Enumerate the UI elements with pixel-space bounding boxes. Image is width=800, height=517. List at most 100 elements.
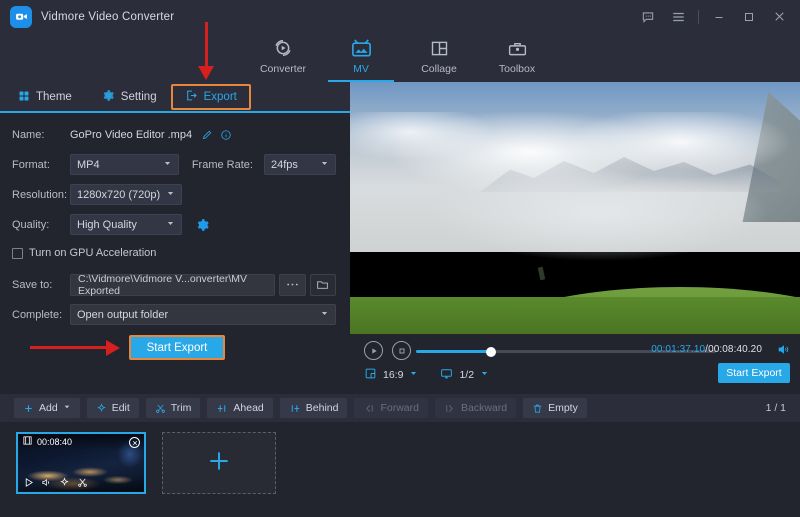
ahead-button-label: Ahead	[233, 402, 264, 414]
chevron-down-icon[interactable]	[409, 369, 418, 381]
page-indicator: 1 / 1	[765, 402, 786, 414]
browse-ellipsis-button[interactable]	[279, 273, 306, 296]
chevron-down-icon[interactable]	[480, 369, 489, 381]
trim-button[interactable]: Trim	[145, 398, 201, 418]
format-label: Format:	[12, 158, 50, 171]
ahead-button[interactable]: Ahead	[207, 398, 273, 418]
name-label: Name:	[12, 128, 45, 141]
quality-settings-gear-icon[interactable]	[196, 218, 210, 232]
clip-volume-icon[interactable]	[41, 475, 52, 493]
clip-thumbnail[interactable]: 00:08:40	[16, 432, 146, 494]
progress-fill	[416, 350, 491, 353]
move-forward-icon	[363, 403, 375, 414]
minimize-icon[interactable]	[704, 0, 734, 33]
clip-effect-icon[interactable]	[59, 475, 70, 493]
trim-button-label: Trim	[170, 402, 192, 414]
monitor-icon	[440, 367, 453, 383]
sub-tab-setting-label: Setting	[120, 91, 157, 103]
clip-cut-icon[interactable]	[77, 475, 88, 493]
sub-tab-setting[interactable]: Setting	[92, 82, 167, 112]
resolution-select[interactable]: 1280x720 (720p)	[70, 184, 182, 205]
resolution-row: Resolution: 1280x720 (720p)	[12, 181, 336, 208]
tab-collage[interactable]: Collage	[400, 33, 478, 82]
forward-button[interactable]: Forward	[354, 398, 428, 418]
edit-button[interactable]: Edit	[86, 398, 139, 418]
gpu-acceleration-checkbox-row[interactable]: Turn on GPU Acceleration	[12, 241, 336, 265]
aspect-ratio-control[interactable]: 16:9	[364, 367, 418, 383]
video-preview[interactable]	[350, 82, 800, 334]
chevron-down-icon	[166, 219, 175, 231]
stop-icon[interactable]	[392, 341, 411, 360]
tab-toolbox[interactable]: Toolbox	[478, 33, 556, 82]
pencil-icon[interactable]	[201, 129, 213, 141]
maximize-icon[interactable]	[734, 0, 764, 33]
play-icon[interactable]	[364, 341, 383, 360]
close-icon[interactable]	[764, 0, 794, 33]
save-to-value: C:\Vidmore\Vidmore V...onverter\MV Expor…	[78, 272, 248, 297]
name-row: Name: GoPro Video Editor .mp4	[12, 121, 336, 148]
annotation-arrow-to-export-tab	[205, 22, 208, 70]
tab-mv[interactable]: MV	[322, 33, 400, 82]
zoom-value: 1/2	[459, 369, 475, 381]
sub-tab-export[interactable]: Export	[170, 84, 251, 110]
open-folder-icon[interactable]	[309, 273, 337, 296]
chevron-down-icon	[163, 159, 172, 171]
trash-icon	[532, 403, 543, 414]
insert-behind-icon	[289, 403, 301, 414]
sub-tab-theme[interactable]: Theme	[8, 82, 82, 112]
behind-button[interactable]: Behind	[279, 398, 348, 418]
export-icon	[185, 89, 198, 105]
aspect-ratio-value: 16:9	[383, 369, 404, 381]
tab-mv-label: MV	[353, 63, 369, 75]
move-backward-icon	[444, 403, 456, 414]
transport-controls	[364, 341, 420, 360]
hamburger-menu-icon[interactable]	[663, 0, 693, 33]
tab-converter[interactable]: Converter	[244, 33, 322, 82]
converter-icon	[272, 35, 294, 61]
frame-rate-label: Frame Rate:	[191, 158, 253, 171]
add-button-label: Add	[39, 402, 58, 414]
gpu-acceleration-checkbox[interactable]	[12, 247, 23, 259]
scissors-icon	[155, 403, 166, 414]
theme-grid-icon	[18, 90, 30, 105]
chevron-down-icon	[320, 159, 329, 171]
insert-ahead-icon	[216, 403, 228, 414]
quality-row: Quality: High Quality	[12, 211, 336, 238]
start-export-button[interactable]: Start Export	[129, 335, 225, 360]
player-options-row: 16:9 1/2	[364, 367, 511, 383]
empty-button[interactable]: Empty	[523, 398, 587, 418]
sub-tab-bar: Theme Setting Export	[0, 82, 350, 112]
complete-select[interactable]: Open output folder	[70, 304, 336, 325]
clip-actions	[18, 475, 144, 492]
info-icon[interactable]	[220, 129, 232, 141]
backward-button[interactable]: Backward	[434, 398, 517, 418]
preview-start-export-button[interactable]: Start Export	[718, 363, 790, 383]
zoom-control[interactable]: 1/2	[440, 367, 489, 383]
clip-close-icon[interactable]	[129, 437, 140, 448]
preview-hiker-1	[537, 266, 546, 281]
clip-toolbar: Add Edit Trim Ahead Behind Forward Backw…	[0, 394, 800, 422]
frame-rate-select[interactable]: 24fps	[263, 154, 336, 175]
chevron-down-icon[interactable]	[63, 402, 71, 414]
window-controls-divider	[698, 9, 699, 24]
volume-icon[interactable]	[777, 343, 790, 361]
add-clip-tile[interactable]	[162, 432, 276, 494]
empty-button-label: Empty	[548, 402, 578, 414]
app-logo-icon	[10, 5, 32, 28]
quality-select[interactable]: High Quality	[70, 214, 182, 235]
clip-play-icon[interactable]	[23, 475, 34, 493]
complete-row: Complete: Open output folder	[12, 301, 336, 328]
progress-knob[interactable]	[486, 346, 496, 357]
app-window: Vidmore Video Converter Converter MV Col…	[0, 0, 800, 517]
add-button[interactable]: Add	[14, 398, 80, 418]
feedback-icon[interactable]	[633, 0, 663, 33]
save-to-path[interactable]: C:\Vidmore\Vidmore V...onverter\MV Expor…	[70, 272, 276, 297]
format-select[interactable]: MP4	[70, 154, 179, 175]
behind-button-label: Behind	[305, 402, 339, 414]
time-display: 00:01:37.10/00:08:40.20	[651, 344, 762, 355]
resolution-value: 1280x720 (720p)	[77, 188, 161, 201]
film-strip-icon	[22, 434, 33, 451]
plus-icon	[23, 403, 34, 414]
gear-icon	[102, 89, 115, 105]
save-to-row: Save to: C:\Vidmore\Vidmore V...onverter…	[12, 271, 337, 298]
